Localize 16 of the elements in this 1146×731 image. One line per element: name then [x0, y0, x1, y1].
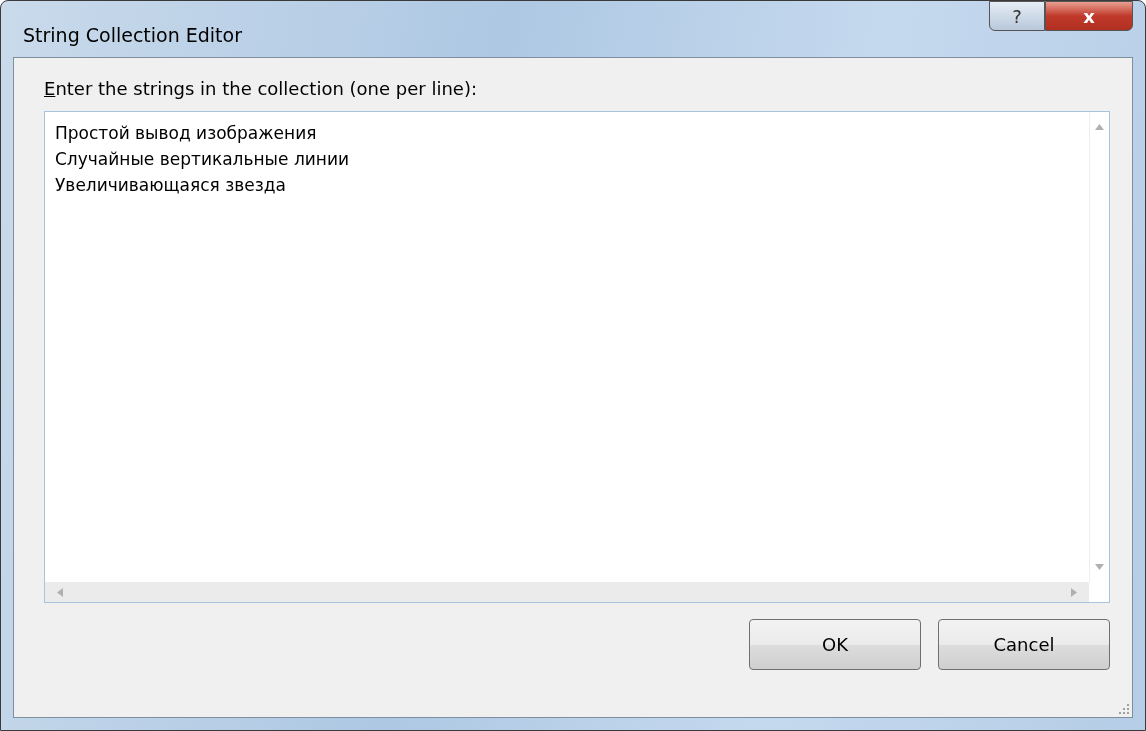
scroll-left-icon[interactable]: [57, 587, 63, 597]
resize-grip-icon[interactable]: [1119, 704, 1129, 714]
scroll-down-icon[interactable]: [1095, 564, 1104, 570]
prompt-label: Enter the strings in the collection (one per line):: [44, 78, 478, 99]
text-area[interactable]: Простой вывод изображения Случайные вертикальные линии Увеличивающаяся звезда: [44, 111, 1110, 603]
text-line: Случайные вертикальные линии: [55, 148, 351, 171]
scroll-right-icon[interactable]: [1071, 587, 1077, 597]
cancel-button[interactable]: Cancel: [938, 619, 1110, 670]
text-line: Увеличивающаяся звезда: [55, 174, 287, 197]
ok-button[interactable]: OK: [749, 619, 921, 670]
close-button[interactable]: x: [1045, 1, 1133, 31]
text-line: Простой вывод изображения: [55, 122, 318, 145]
horizontal-scrollbar[interactable]: [45, 582, 1089, 602]
help-button[interactable]: ?: [989, 1, 1045, 31]
scroll-up-icon[interactable]: [1095, 124, 1104, 130]
window-title: String Collection Editor: [23, 24, 242, 46]
